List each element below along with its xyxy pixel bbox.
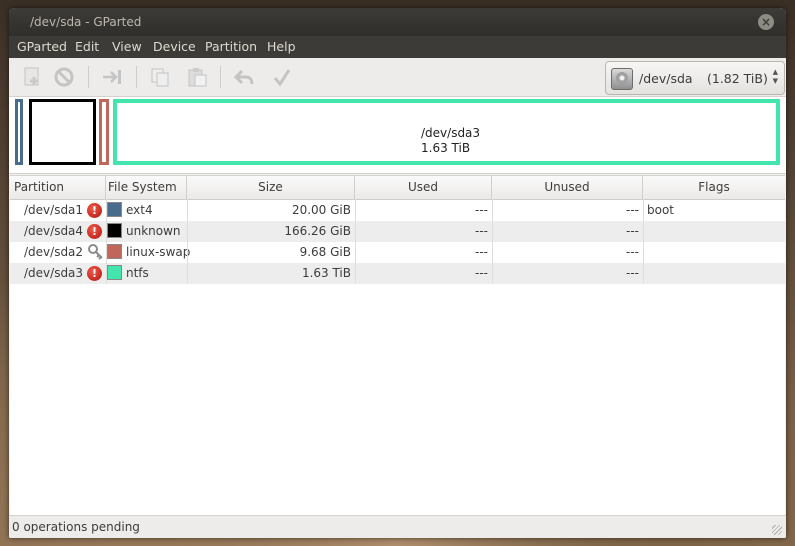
column-divider <box>187 199 188 283</box>
file-system: unknown <box>126 224 181 238</box>
menu-device[interactable]: Device <box>153 39 196 54</box>
file-system: ntfs <box>126 266 149 280</box>
file-system: ext4 <box>126 203 153 217</box>
menu-edit[interactable]: Edit <box>75 39 99 54</box>
close-button[interactable]: × <box>758 14 774 30</box>
device-selector[interactable]: /dev/sda (1.82 TiB) ▲ ▼ <box>605 61 785 95</box>
operations-pending: 0 operations pending <box>12 520 140 534</box>
table-row[interactable]: /dev/sda2 linux-swap 9.68 GiB --- --- <box>10 242 785 263</box>
table-row[interactable]: /dev/sda1 ! ext4 20.00 GiB --- --- boot <box>10 200 785 221</box>
resize-move-icon[interactable] <box>101 66 123 88</box>
table-header: Partition File System Size Used Unused F… <box>10 176 785 200</box>
paste-icon[interactable] <box>186 66 208 88</box>
column-flags[interactable]: Flags <box>643 176 785 199</box>
partition-block-name: /dev/sda3 <box>421 126 481 140</box>
spinner-arrows-icon: ▲ ▼ <box>772 68 778 85</box>
menu-partition[interactable]: Partition <box>205 39 257 54</box>
partition-size: 166.26 GiB <box>284 224 351 238</box>
partition-size: 9.68 GiB <box>299 245 351 259</box>
partition-block-sda4[interactable] <box>29 99 96 165</box>
gparted-window: /dev/sda - GParted × GParted Edit View D… <box>9 8 786 538</box>
hard-disk-icon <box>611 68 633 90</box>
partition-unused: --- <box>626 245 639 259</box>
fs-color-swatch <box>107 202 122 217</box>
new-partition-icon[interactable] <box>21 66 43 88</box>
device-size: (1.82 TiB) <box>707 71 768 86</box>
warning-icon: ! <box>87 203 102 218</box>
toolbar-separator <box>220 66 221 88</box>
partition-size: 1.63 TiB <box>301 266 351 280</box>
menu-help[interactable]: Help <box>267 39 296 54</box>
menu-gparted[interactable]: GParted <box>17 39 67 54</box>
column-size[interactable]: Size <box>187 176 355 199</box>
partition-name: /dev/sda2 <box>24 245 84 259</box>
partition-unused: --- <box>626 266 639 280</box>
device-name: /dev/sda <box>639 71 693 86</box>
status-bar: 0 operations pending <box>9 515 786 538</box>
column-divider <box>643 199 644 283</box>
fs-color-swatch <box>107 223 122 238</box>
warning-icon: ! <box>87 224 102 239</box>
disk-map: /dev/sda3 1.63 TiB <box>9 97 786 174</box>
apply-icon[interactable] <box>271 66 293 88</box>
partition-flags: boot <box>647 203 675 217</box>
partition-name: /dev/sda1 <box>24 203 84 217</box>
partition-name: /dev/sda3 <box>24 266 84 280</box>
partition-unused: --- <box>626 224 639 238</box>
file-system: linux-swap <box>126 245 191 259</box>
partition-size: 20.00 GiB <box>291 203 351 217</box>
toolbar: /dev/sda (1.82 TiB) ▲ ▼ <box>9 58 786 97</box>
title-bar: /dev/sda - GParted × <box>9 8 786 36</box>
table-row[interactable]: /dev/sda4 ! unknown 166.26 GiB --- --- <box>10 221 785 242</box>
partition-name: /dev/sda4 <box>24 224 84 238</box>
fs-color-swatch <box>107 244 122 259</box>
partition-unused: --- <box>626 203 639 217</box>
partition-block-size: 1.63 TiB <box>421 141 471 155</box>
partition-used: --- <box>475 245 488 259</box>
undo-icon[interactable] <box>233 66 255 88</box>
column-divider <box>106 199 107 283</box>
partition-block-sda3[interactable]: /dev/sda3 1.63 TiB <box>113 99 780 165</box>
partition-table: Partition File System Size Used Unused F… <box>10 175 785 516</box>
delete-icon[interactable] <box>53 66 75 88</box>
menu-view[interactable]: View <box>112 39 142 54</box>
table-row[interactable]: /dev/sda3 ! ntfs 1.63 TiB --- --- <box>10 263 785 284</box>
column-unused[interactable]: Unused <box>492 176 643 199</box>
column-partition[interactable]: Partition <box>10 176 106 199</box>
menu-bar: GParted Edit View Device Partition Help <box>9 36 786 58</box>
copy-icon[interactable] <box>149 66 171 88</box>
partition-block-label: /dev/sda3 1.63 TiB <box>421 126 480 156</box>
warning-icon: ! <box>87 266 102 281</box>
column-divider <box>492 199 493 283</box>
toolbar-separator <box>136 66 137 88</box>
resize-grip-icon[interactable] <box>772 525 782 535</box>
partition-used: --- <box>475 266 488 280</box>
partition-used: --- <box>475 203 488 217</box>
column-used[interactable]: Used <box>355 176 492 199</box>
key-icon <box>87 243 103 261</box>
column-divider <box>355 199 356 283</box>
partition-block-sda2[interactable] <box>99 99 109 165</box>
fs-color-swatch <box>107 265 122 280</box>
window-title: /dev/sda - GParted <box>30 15 142 29</box>
partition-used: --- <box>475 224 488 238</box>
partition-block-sda1[interactable] <box>15 99 23 165</box>
toolbar-separator <box>88 66 89 88</box>
column-file-system[interactable]: File System <box>106 176 187 199</box>
